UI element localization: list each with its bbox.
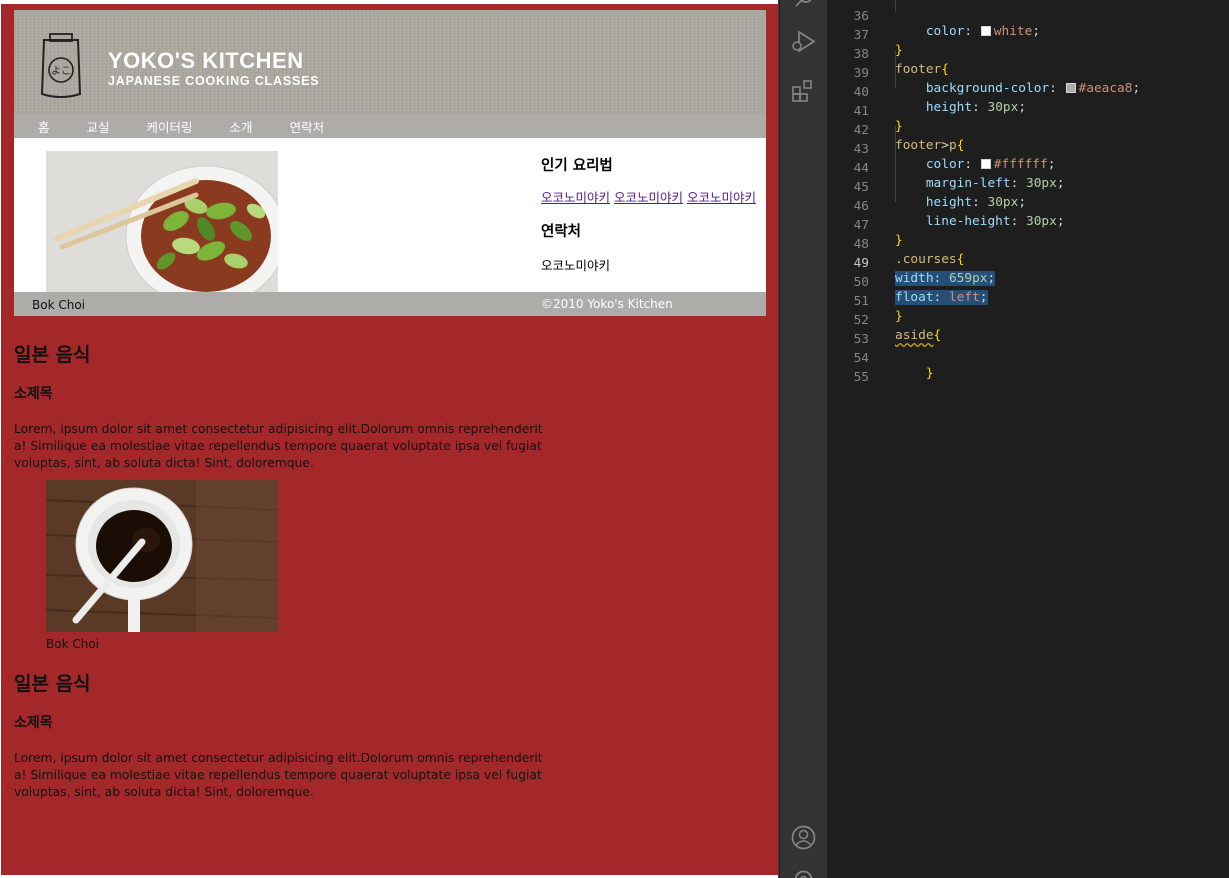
browser-preview: よこ YOKO'S KITCHEN JAPANESE COOKING CLASS… [0, 0, 779, 878]
course-section: 일본 음식 소제목 Lorem, ipsum dolor sit amet co… [14, 669, 544, 801]
recipe-link[interactable]: 오코노미야키 [614, 190, 683, 205]
code-line: 48 .courses{ [853, 237, 965, 267]
code-line: 40 height: 30px; [853, 85, 1027, 115]
account-icon[interactable] [790, 824, 817, 851]
code-line: 53 [853, 332, 869, 347]
nav-item-catering[interactable]: 케이터링 [147, 117, 193, 136]
code-line: 55 [853, 370, 869, 385]
code-line: 38 footer{ [853, 47, 949, 77]
code-line: 51 } [853, 294, 903, 324]
nav-item-contact[interactable]: 연락처 [290, 117, 325, 136]
code-line: 43 color: #ffffff; [853, 142, 1056, 172]
settings-icon[interactable] [790, 866, 817, 878]
code-line: 54 } [853, 351, 934, 381]
aside-heading-recipes: 인기 요리법 [541, 158, 613, 174]
logo-icon: よこ [40, 33, 82, 98]
figure-caption: Bok Choi [46, 637, 99, 651]
code-line: 41 } [853, 104, 903, 134]
svg-text:よこ: よこ [51, 65, 71, 77]
code-line: 44 margin-left: 30px; [853, 161, 1065, 191]
code-line: 39 background-color: #aeaca8; [853, 66, 1141, 96]
code-line: 36 color: white; [853, 9, 1041, 39]
course-title: 일본 음식 [14, 673, 91, 695]
main-nav: 홈 교실 케이터링 소개 연락처 [14, 114, 766, 138]
extensions-icon[interactable] [790, 78, 817, 105]
logo-subtitle: JAPANESE COOKING CLASSES [108, 74, 320, 88]
site-header: よこ YOKO'S KITCHEN JAPANESE COOKING CLASS… [14, 10, 766, 114]
activity-bar [780, 0, 827, 878]
contact-text: 오코노미야키 [541, 258, 611, 273]
bok-choi-image [46, 151, 278, 302]
code-line: 50 float: left; [853, 275, 988, 305]
course-subtitle: 소제목 [14, 715, 53, 731]
search-icon[interactable] [790, 0, 817, 13]
course-subtitle: 소제목 [14, 386, 53, 402]
nav-item-home[interactable]: 홈 [38, 117, 50, 136]
recipe-link[interactable]: 오코노미야키 [687, 190, 756, 205]
code-line: 37 } [853, 28, 903, 58]
logo-title: YOKO'S KITCHEN [108, 48, 304, 73]
code-line: 42 footer>p{ [853, 123, 965, 153]
recipe-link[interactable]: 오코노미야키 [541, 190, 610, 205]
course-section: 일본 음식 소제목 Lorem, ipsum dolor sit amet co… [14, 340, 544, 472]
run-debug-icon[interactable] [790, 28, 817, 55]
course-title: 일본 음식 [14, 344, 91, 366]
nav-item-classes[interactable]: 교실 [87, 117, 110, 136]
course-body: Lorem, ipsum dolor sit amet consectetur … [14, 751, 543, 799]
code-line-active: 49 width: 659px; [853, 256, 996, 286]
code-line: 46 line-height: 30px; [853, 199, 1065, 229]
page-container: よこ YOKO'S KITCHEN JAPANESE COOKING CLASS… [14, 10, 766, 302]
figure-caption: Bok Choi [32, 298, 85, 312]
aside-heading-contact: 연락처 [541, 224, 582, 240]
content-area: 인기 요리법 오코노미야키 오코노미야키 오코노미야키 연락처 오코노미야키 [14, 138, 766, 302]
code-line: 47 } [853, 218, 903, 248]
sauce-image [46, 480, 278, 632]
footer-text: ©2010 Yoko's Kitchen [541, 297, 673, 311]
site-footer: ©2010 Yoko's Kitchen [14, 292, 766, 316]
nav-item-about[interactable]: 소개 [230, 117, 253, 136]
code-line: 45 height: 30px; [853, 180, 1027, 210]
code-editor[interactable]: 36 color: white; 37 } 38 footer{ 39 back… [827, 0, 1229, 878]
recipe-links: 오코노미야키 오코노미야키 오코노미야키 [541, 189, 763, 206]
aside: 인기 요리법 오코노미야키 오코노미야키 오코노미야키 연락처 오코노미야키 [541, 148, 763, 274]
course-body: Lorem, ipsum dolor sit amet consectetur … [14, 422, 543, 470]
code-line: 52 aside{ [853, 313, 942, 343]
